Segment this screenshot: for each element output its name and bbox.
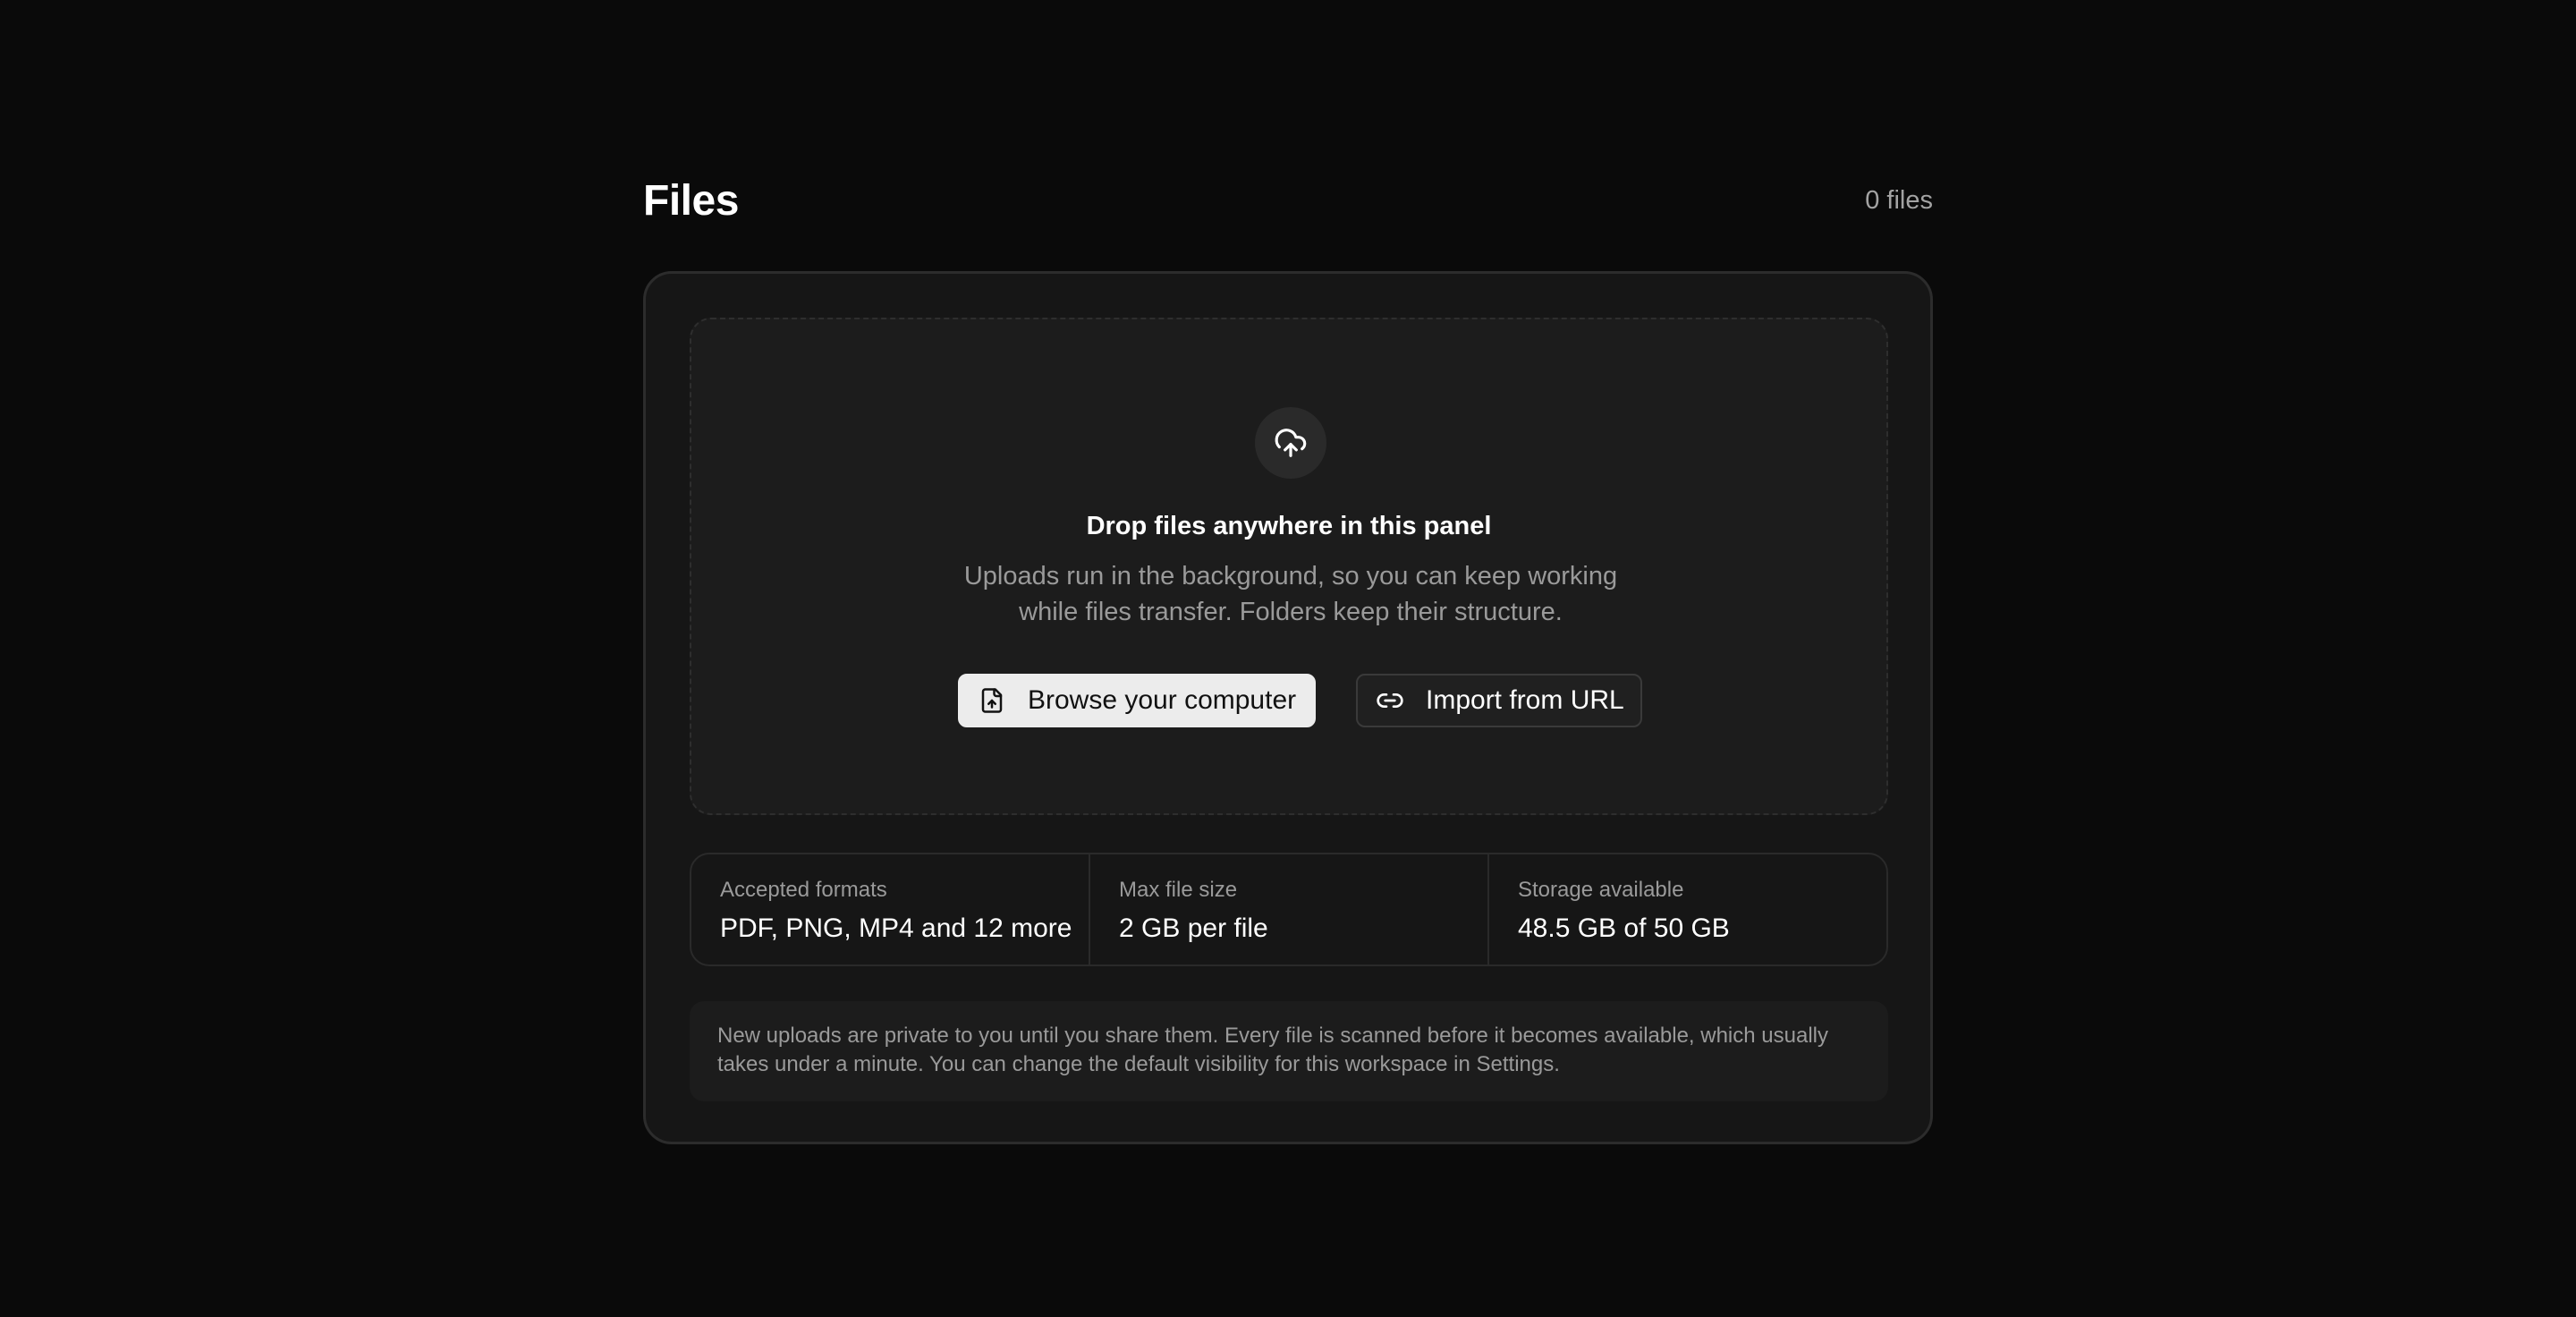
drop-title: Drop files anywhere in this panel (1086, 512, 1492, 540)
info-max-file-size: Max file size 2 GB per file (1090, 854, 1489, 964)
cloud-upload-icon (1255, 407, 1326, 479)
privacy-notice: New uploads are private to you until you… (690, 1001, 1888, 1101)
link-icon (1374, 684, 1406, 717)
files-page: Files 0 files Drop files anywhere in thi… (643, 170, 1933, 1144)
file-count: 0 files (1865, 185, 1933, 215)
drop-zone[interactable]: Drop files anywhere in this panel Upload… (690, 318, 1888, 815)
browse-button-label: Browse your computer (1028, 685, 1297, 715)
import-url-button[interactable]: Import from URL (1356, 674, 1642, 727)
file-upload-icon (976, 684, 1008, 717)
info-storage-available: Storage available 48.5 GB of 50 GB (1489, 854, 1886, 964)
upload-limits: Accepted formats PDF, PNG, MP4 and 12 mo… (690, 853, 1888, 966)
drop-description: Uploads run in the background, so you ca… (963, 562, 1618, 626)
browse-computer-button[interactable]: Browse your computer (958, 674, 1316, 727)
upload-card: Drop files anywhere in this panel Upload… (643, 271, 1933, 1144)
page-header: Files 0 files (643, 170, 1933, 231)
import-button-label: Import from URL (1426, 685, 1624, 715)
info-label: Accepted formats (720, 878, 887, 902)
info-label: Max file size (1119, 878, 1238, 902)
info-value: 48.5 GB of 50 GB (1518, 913, 1730, 943)
info-value: PDF, PNG, MP4 and 12 more (720, 913, 1072, 943)
info-accepted-formats: Accepted formats PDF, PNG, MP4 and 12 mo… (691, 854, 1090, 964)
info-value: 2 GB per file (1119, 913, 1268, 943)
info-label: Storage available (1518, 878, 1684, 902)
page-title: Files (643, 176, 739, 225)
